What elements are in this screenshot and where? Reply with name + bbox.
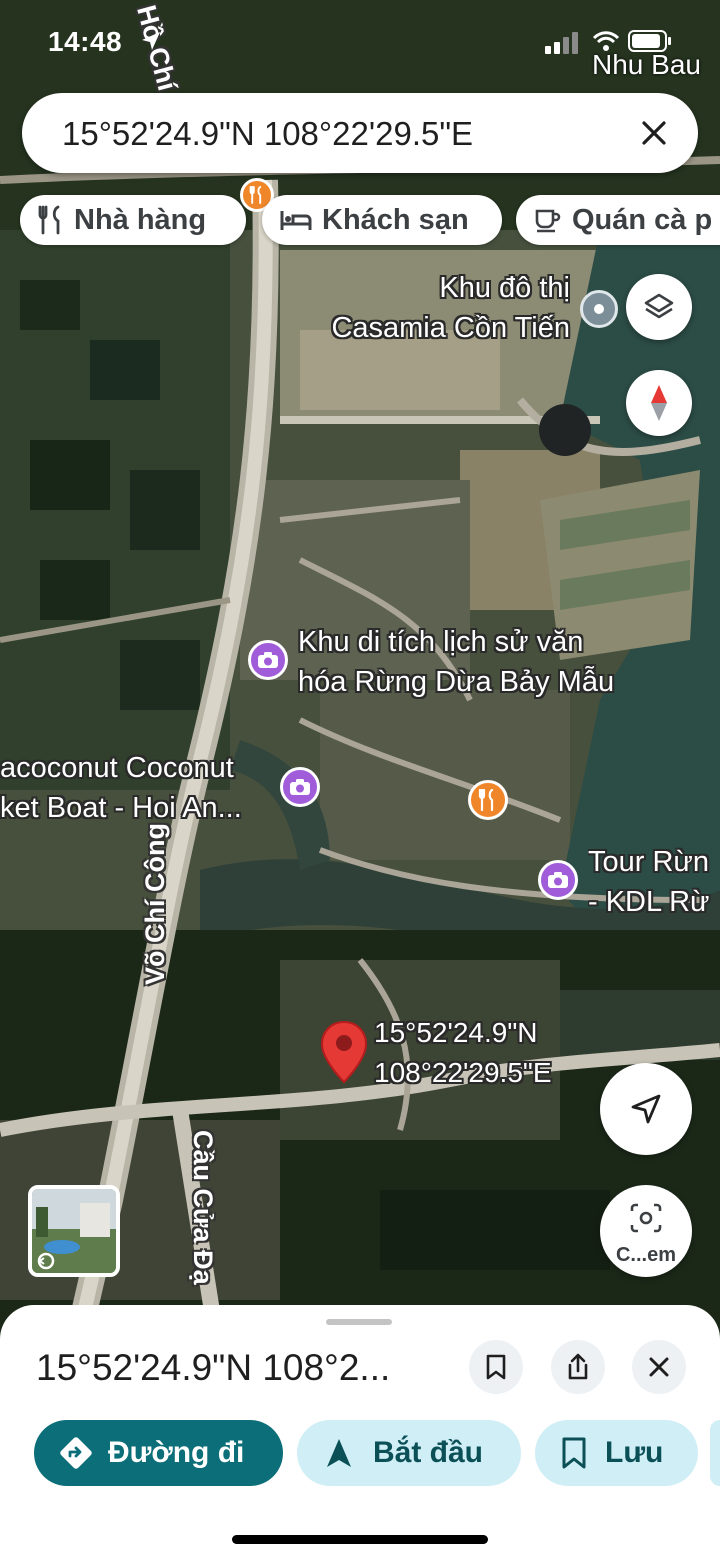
chip-cafes[interactable]: Quán cà p xyxy=(516,195,720,245)
dropped-pin-icon[interactable] xyxy=(320,1020,368,1084)
more-actions-peek[interactable] xyxy=(710,1420,720,1486)
bookmark-icon xyxy=(562,1437,586,1469)
location-services-icon xyxy=(142,32,160,50)
location-arrow-icon xyxy=(631,1094,661,1124)
chip-label: Quán cà p xyxy=(572,203,713,236)
directions-label: Đường đi xyxy=(108,1436,245,1469)
pin-coordinate-line: 15°52'24.9"N xyxy=(374,1017,538,1048)
close-icon[interactable] xyxy=(638,117,670,149)
fork-knife-icon xyxy=(38,205,60,235)
place-title: 15°52'24.9"N 108°2... xyxy=(36,1347,391,1388)
street-view-preview xyxy=(32,1189,116,1273)
directions-icon xyxy=(60,1437,92,1469)
place-label-line: hóa Rừng Dừa Bảy Mẫu xyxy=(298,666,615,698)
chip-label: Khách sạn xyxy=(322,203,469,236)
pin-coordinate-label: 15°52'24.9"N 108°22'29.5"E xyxy=(374,1013,552,1093)
lens-camera-button[interactable]: C...em xyxy=(600,1185,692,1277)
place-label-coconut-boat[interactable]: acoconut Coconut ket Boat - Hoi An... xyxy=(0,748,272,828)
search-query[interactable]: 15°52'24.9"N 108°22'29.5"E xyxy=(62,115,473,153)
home-indicator[interactable] xyxy=(232,1535,488,1544)
landmark-camera-icon[interactable] xyxy=(538,860,578,900)
place-label-tour-rung[interactable]: Tour Rừn - KDL Rừ xyxy=(588,842,720,922)
chip-restaurants[interactable]: Nhà hàng xyxy=(20,195,246,245)
place-label-line: ket Boat - Hoi An... xyxy=(0,792,242,824)
restaurant-fork-knife-icon[interactable] xyxy=(468,780,508,820)
chip-label: Nhà hàng xyxy=(74,203,207,236)
place-bottom-sheet[interactable]: 15°52'24.9"N 108°2... Đường đi Bắt đầu L… xyxy=(0,1305,720,1557)
save-label: Lưu xyxy=(605,1436,664,1469)
status-bar: 14:48 Nhu Bau xyxy=(0,22,720,80)
directions-button[interactable]: Đường đi xyxy=(34,1420,283,1486)
share-button[interactable] xyxy=(551,1340,605,1394)
status-location-name: Nhu Bau xyxy=(592,49,701,80)
layers-button[interactable] xyxy=(626,274,692,340)
close-icon xyxy=(649,1357,669,1377)
lens-camera-icon xyxy=(630,1203,662,1233)
start-button[interactable]: Bắt đầu xyxy=(297,1420,521,1486)
lens-camera-label: C...em xyxy=(615,1244,677,1266)
road-label-cau-cua-dai: Cầu Cửa Đạ xyxy=(188,1130,218,1285)
place-label-line: - KDL Rừ xyxy=(588,886,710,918)
bed-icon xyxy=(280,211,312,230)
search-bar[interactable]: 15°52'24.9"N 108°22'29.5"E xyxy=(22,93,698,173)
place-label-line: Casamia Cồn Tiến xyxy=(331,312,570,344)
start-label: Bắt đầu xyxy=(373,1436,484,1469)
place-label-line: Tour Rừn xyxy=(588,846,709,878)
cellular-signal-icon xyxy=(545,32,578,54)
road-label-vo-chi-cong: Võ Chí Công xyxy=(140,823,170,985)
landmark-camera-icon[interactable] xyxy=(280,767,320,807)
place-label-line: Khu di tích lịch sử văn xyxy=(298,626,584,658)
chip-hotels[interactable]: Khách sạn xyxy=(262,195,502,245)
compass-button[interactable] xyxy=(626,370,692,436)
pin-coordinate-line: 108°22'29.5"E xyxy=(374,1057,552,1088)
close-sheet-button[interactable] xyxy=(632,1340,686,1394)
coffee-cup-icon xyxy=(535,209,561,233)
place-label-rung-dua[interactable]: Khu di tích lịch sử văn hóa Rừng Dừa Bảy… xyxy=(298,622,614,702)
street-view-thumbnail[interactable] xyxy=(28,1185,120,1277)
status-time: 14:48 xyxy=(48,26,123,57)
save-icon-button[interactable] xyxy=(469,1340,523,1394)
place-label-casamia[interactable]: Khu đô thị Casamia Cồn Tiến xyxy=(300,268,570,348)
bookmark-icon xyxy=(486,1354,506,1380)
navigation-arrow-icon xyxy=(327,1439,351,1467)
place-label-line: acoconut Coconut xyxy=(0,752,234,784)
sheet-drag-handle[interactable] xyxy=(326,1319,392,1325)
place-label-line: Khu đô thị xyxy=(439,272,570,304)
save-button[interactable]: Lưu xyxy=(535,1420,698,1486)
my-location-button[interactable] xyxy=(600,1063,692,1155)
layers-icon xyxy=(644,293,674,319)
place-pin-icon[interactable] xyxy=(580,290,618,328)
category-chips: Nhà hàng Khách sạn Quán cà p xyxy=(0,195,720,245)
compass-icon xyxy=(651,385,667,421)
landmark-camera-icon[interactable] xyxy=(248,640,288,680)
share-icon xyxy=(568,1353,588,1380)
